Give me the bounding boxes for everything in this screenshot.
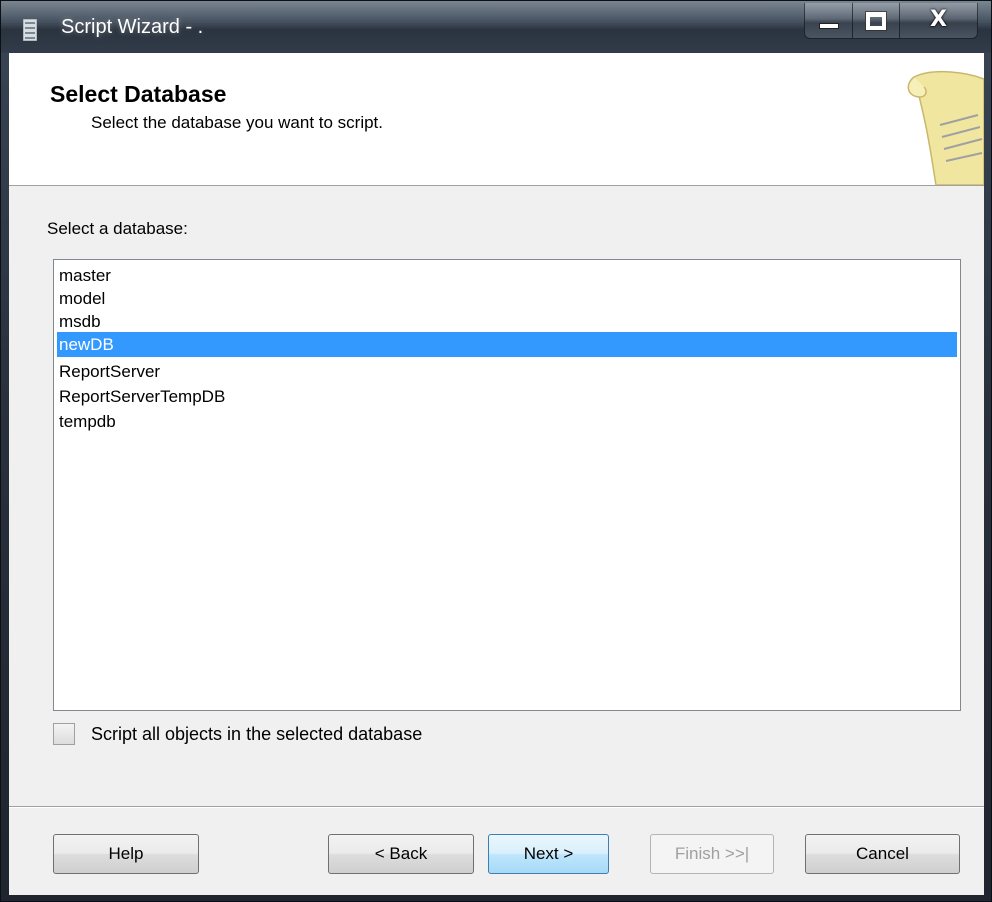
help-button[interactable]: Help — [53, 834, 199, 874]
title-bar[interactable]: Script Wizard - . X — [1, 1, 991, 53]
back-button[interactable]: < Back — [328, 834, 474, 874]
list-item-reportserver[interactable]: ReportServer — [57, 359, 957, 384]
database-listbox[interactable]: master model msdb newDB ReportServer Rep… — [53, 259, 961, 711]
app-icon — [23, 19, 37, 41]
wizard-header: Select Database Select the database you … — [9, 53, 984, 186]
minimize-icon — [819, 23, 839, 29]
list-item-model[interactable]: model — [57, 286, 957, 311]
close-icon: X — [930, 7, 947, 32]
select-database-label: Select a database: — [47, 219, 188, 238]
maximize-button[interactable] — [853, 3, 900, 39]
next-button[interactable]: Next > — [488, 834, 609, 874]
script-wizard-window: Script Wizard - . X Select Database Sele… — [0, 0, 992, 902]
minimize-button[interactable] — [804, 3, 853, 39]
finish-button[interactable]: Finish >>| — [650, 834, 774, 874]
script-all-checkbox[interactable] — [53, 723, 75, 745]
list-item-tempdb[interactable]: tempdb — [57, 409, 957, 434]
wizard-body: Select Database Select the database you … — [9, 53, 984, 895]
maximize-icon — [865, 11, 887, 31]
list-item-msdb[interactable]: msdb — [57, 309, 957, 334]
footer-divider — [9, 806, 984, 808]
close-button[interactable]: X — [900, 3, 978, 39]
window-title: Script Wizard - . — [61, 16, 204, 38]
script-all-option[interactable]: Script all objects in the selected datab… — [53, 721, 422, 747]
script-all-label[interactable]: Script all objects in the selected datab… — [91, 724, 422, 745]
list-item-master[interactable]: master — [57, 263, 957, 288]
caption-buttons: X — [804, 3, 978, 39]
cancel-button[interactable]: Cancel — [805, 834, 960, 874]
list-item-newdb[interactable]: newDB — [57, 332, 957, 357]
page-subtitle: Select the database you want to script. — [91, 113, 384, 132]
list-item-reportservertempdb[interactable]: ReportServerTempDB — [57, 384, 957, 409]
page-title: Select Database — [50, 81, 227, 107]
script-scroll-icon — [907, 70, 984, 185]
